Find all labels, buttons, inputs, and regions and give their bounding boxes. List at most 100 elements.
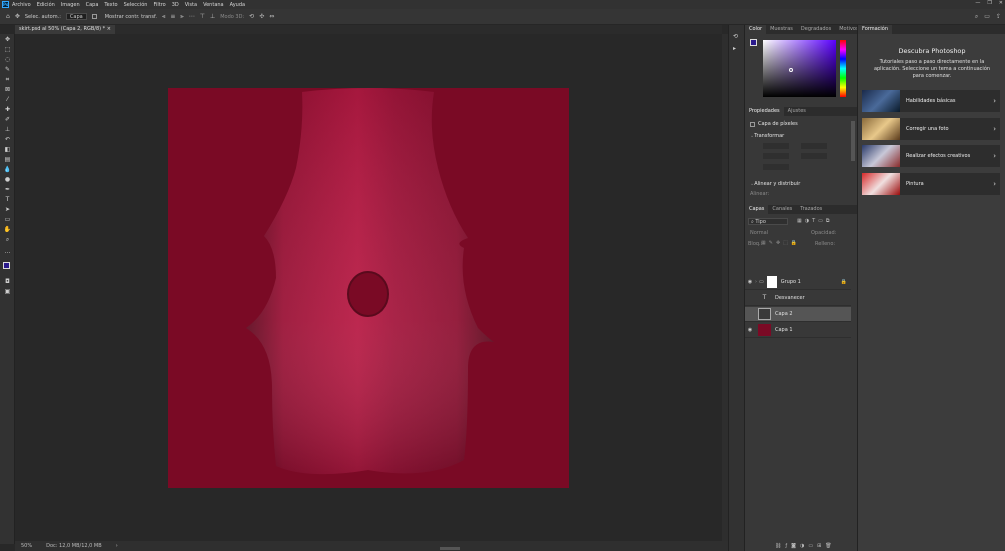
zoom-level[interactable]: 50% (21, 543, 32, 549)
hue-slider[interactable] (840, 40, 846, 97)
crop-tool-icon[interactable]: ⌗ (3, 76, 12, 84)
tab-adjustments[interactable]: Ajustes (784, 107, 810, 116)
align-section[interactable]: ⌄ Alinear y distribuir (750, 181, 800, 187)
link-layers-icon[interactable]: ⛓ (775, 543, 781, 549)
height-field[interactable] (801, 143, 827, 149)
gradient-tool-icon[interactable]: ▤ (3, 156, 12, 164)
align-left-icon[interactable]: ⫷ (162, 13, 165, 21)
history-brush-tool-icon[interactable]: ↶ (3, 136, 12, 144)
lock-artboard-icon[interactable]: ⬚ (783, 240, 788, 246)
new-layer-icon[interactable]: ⊞ (817, 543, 821, 549)
close-button[interactable]: ✕ (999, 0, 1003, 6)
visibility-eye-icon[interactable]: ◉ (745, 279, 755, 285)
rotate-3d-icon[interactable]: ⟲ (249, 13, 254, 20)
tab-properties[interactable]: Propiedades (745, 107, 784, 116)
menu-imagen[interactable]: Imagen (61, 2, 80, 8)
angle-field[interactable] (763, 164, 789, 170)
learn-card-basic-skills[interactable]: Habilidades básicas › (862, 90, 1000, 112)
new-group-icon[interactable]: ▭ (808, 543, 813, 549)
horizontal-scrollbar-thumb[interactable] (440, 547, 460, 550)
lock-position-icon[interactable]: ✥ (776, 240, 780, 246)
blur-tool-icon[interactable]: 💧 (3, 166, 12, 174)
tab-gradients[interactable]: Degradados (797, 25, 835, 34)
layer-row-text[interactable]: T Desvanecer (745, 291, 851, 306)
move-tool-icon[interactable]: ✥ (3, 36, 12, 44)
filter-type-icon[interactable]: T (812, 218, 815, 224)
dodge-tool-icon[interactable]: ● (3, 176, 12, 184)
menu-archivo[interactable]: Archivo (12, 2, 31, 8)
more-tools-icon[interactable]: … (3, 248, 12, 256)
align-middle-icon[interactable]: ⊥ (210, 13, 215, 20)
document-tab[interactable]: skirt.psd al 50% (Capa 2, RGB/8) * × (15, 25, 115, 34)
search-icon[interactable]: ⌕ (975, 13, 978, 21)
frame-tool-icon[interactable]: ⊠ (3, 86, 12, 94)
eyedropper-tool-icon[interactable]: ⁄ (3, 96, 12, 104)
menu-texto[interactable]: Texto (104, 2, 117, 8)
filter-smart-icon[interactable]: ⧉ (826, 218, 830, 224)
menu-ayuda[interactable]: Ayuda (230, 2, 245, 8)
visibility-eye-icon[interactable]: ◉ (745, 327, 755, 333)
delete-layer-icon[interactable]: 🗑 (825, 543, 831, 549)
close-tab-icon[interactable]: × (107, 26, 111, 32)
layer-mask-thumbnail[interactable] (766, 276, 777, 288)
lasso-tool-icon[interactable]: ◌ (3, 56, 12, 64)
tab-swatches[interactable]: Muestras (766, 25, 797, 34)
color-picker-field[interactable] (763, 40, 836, 97)
layer-filter-dropdown[interactable]: ⌕ Tipo (748, 218, 788, 225)
tab-learn[interactable]: Formación (858, 25, 893, 34)
quick-mask-icon[interactable]: ◘ (3, 278, 12, 286)
layer-row-group[interactable]: ◉ › ▭ Grupo 1 🔒 (745, 275, 851, 290)
move-tool-preset-icon[interactable]: ✥ (15, 13, 20, 20)
align-right-icon[interactable]: ⫸ (180, 13, 183, 21)
width-field[interactable] (763, 143, 789, 149)
lock-transparency-icon[interactable]: ▦ (761, 240, 766, 246)
menu-capa[interactable]: Capa (86, 2, 99, 8)
shape-tool-icon[interactable]: ▭ (3, 216, 12, 224)
minimize-button[interactable]: — (975, 0, 980, 6)
healing-brush-tool-icon[interactable]: ✚ (3, 106, 12, 114)
filter-shape-icon[interactable]: ▭ (818, 218, 823, 224)
learn-card-painting[interactable]: Pintura › (862, 173, 1000, 195)
zoom-tool-icon[interactable]: ⌕ (3, 236, 12, 244)
lock-pixels-icon[interactable]: ✎ (769, 240, 773, 246)
menu-filtro[interactable]: Filtro (153, 2, 165, 8)
status-menu-chevron-icon[interactable]: › (116, 543, 118, 549)
pen-tool-icon[interactable]: ✒ (3, 186, 12, 194)
properties-scrollbar[interactable] (851, 121, 855, 161)
type-tool-icon[interactable]: T (3, 196, 12, 204)
color-foreground-swatch[interactable] (750, 39, 757, 46)
menu-3d[interactable]: 3D (172, 2, 179, 8)
color-picker-cursor[interactable] (789, 68, 793, 72)
filter-adjustment-icon[interactable]: ◑ (805, 218, 809, 224)
distribute-icon[interactable]: ⋯ (189, 13, 195, 20)
quick-select-tool-icon[interactable]: ✎ (3, 66, 12, 74)
blend-mode-dropdown[interactable]: Normal (750, 230, 768, 236)
foreground-color-swatch[interactable] (3, 262, 10, 269)
lock-all-icon[interactable]: 🔒 (791, 240, 797, 246)
home-icon[interactable]: ⌂ (6, 13, 10, 20)
layer-row-base[interactable]: ◉ Capa 1 (745, 323, 851, 338)
add-mask-icon[interactable]: ◙ (791, 543, 796, 549)
workspace-icon[interactable]: ▭ (984, 13, 990, 21)
show-transform-checkbox[interactable] (91, 14, 97, 19)
menu-vista[interactable]: Vista (185, 2, 197, 8)
chevron-right-icon[interactable]: › (755, 279, 757, 285)
share-icon[interactable]: ⇪ (996, 13, 1001, 21)
maximize-button[interactable]: ❐ (987, 0, 991, 6)
path-select-tool-icon[interactable]: ➤ (3, 206, 12, 214)
tab-channels[interactable]: Canales (768, 205, 796, 214)
menu-seleccion[interactable]: Selección (124, 2, 148, 8)
tab-layers[interactable]: Capas (745, 205, 769, 214)
filter-pixel-icon[interactable]: ▦ (797, 218, 802, 224)
tab-paths[interactable]: Trazados (796, 205, 826, 214)
actions-panel-icon[interactable]: ▸ (733, 45, 736, 52)
slide-3d-icon[interactable]: ⇔ (269, 13, 274, 20)
document-canvas[interactable] (168, 88, 569, 488)
tab-color[interactable]: Color (745, 25, 767, 34)
layer-style-icon[interactable]: ƒ (785, 543, 787, 549)
layer-row-selected[interactable]: Capa 2 (745, 307, 851, 322)
hand-tool-icon[interactable]: ✋ (3, 226, 12, 234)
menu-ventana[interactable]: Ventana (203, 2, 224, 8)
brush-tool-icon[interactable]: ✐ (3, 116, 12, 124)
history-panel-icon[interactable]: ⟲ (733, 33, 738, 40)
